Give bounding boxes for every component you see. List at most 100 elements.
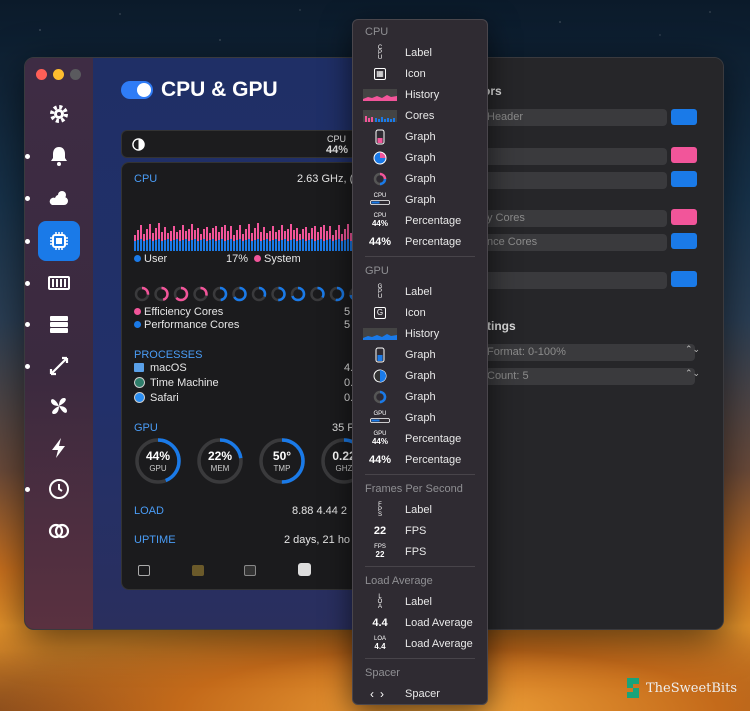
menu-item[interactable]: ‹› Spacer <box>363 684 481 704</box>
menu-item-label: Percentage <box>405 454 462 466</box>
history-bar-user <box>251 241 253 251</box>
cpu-section-label: CPU <box>134 173 158 185</box>
history-bar-system <box>146 229 148 240</box>
menu-item[interactable]: GPU 44% Percentage <box>363 429 481 449</box>
menu-item[interactable]: G Icon <box>363 303 481 323</box>
menu-item[interactable]: CPU 44% Percentage <box>363 211 481 231</box>
menu-item[interactable]: LOA 4.4 Load Average <box>363 634 481 654</box>
system-info-icon[interactable] <box>298 563 311 576</box>
pie-graph-icon <box>363 369 397 383</box>
history-bar-system <box>314 226 316 241</box>
cpu-stack-icon: CPU <box>377 44 383 61</box>
menu-item[interactable]: Graph <box>363 345 481 365</box>
menu-item-label: Spacer <box>405 688 440 700</box>
menu-item[interactable]: F P S Label <box>363 500 481 520</box>
terminal-icon[interactable] <box>244 565 256 576</box>
sidebar-item-notifications[interactable] <box>25 138 80 174</box>
color-swatch-pink[interactable] <box>671 209 697 225</box>
history-bar-system <box>218 232 220 240</box>
efficiency-cores-field[interactable]: y Cores <box>483 210 667 227</box>
sidebar-item-memory[interactable] <box>25 265 80 301</box>
history-bar-system <box>269 231 271 241</box>
menu-item[interactable]: L O A Label <box>363 592 481 612</box>
color-swatch-blue[interactable] <box>671 271 697 287</box>
history-bar-user <box>269 241 271 251</box>
history-bar-system <box>230 226 232 239</box>
history-bar-user <box>191 240 193 251</box>
menu-item[interactable]: FPS 22 FPS <box>363 542 481 562</box>
menu-item[interactable]: 22 FPS <box>363 521 481 541</box>
sidebar-item-bluetooth[interactable] <box>38 513 80 549</box>
menu-item[interactable]: Graph <box>363 127 481 147</box>
sidebar-item-fans[interactable] <box>38 388 80 424</box>
fps-stack-icon: FPS <box>377 501 382 518</box>
activity-monitor-icon[interactable] <box>138 565 150 576</box>
menu-item[interactable]: History <box>363 324 481 344</box>
menu-item[interactable]: Graph <box>363 148 481 168</box>
sidebar-item-battery[interactable] <box>38 430 80 466</box>
history-bar-user <box>248 239 250 251</box>
sidebar-item-weather[interactable] <box>25 180 80 216</box>
color-swatch-blue[interactable] <box>671 171 697 187</box>
menu-item[interactable]: History <box>363 85 481 105</box>
menu-item[interactable]: ▦ Icon <box>363 64 481 84</box>
history-bar-system <box>311 228 313 239</box>
history-bar-system <box>272 226 274 240</box>
sidebar-item-settings[interactable] <box>38 96 80 132</box>
menu-item-label: Cores <box>405 110 435 122</box>
history-bar-system <box>164 227 166 240</box>
console-icon[interactable] <box>192 565 204 576</box>
menu-item[interactable]: 44% Percentage <box>363 450 481 470</box>
color-swatch-blue[interactable] <box>671 233 697 249</box>
zoom-button[interactable] <box>70 69 81 80</box>
menu-item[interactable]: Cores <box>363 106 481 126</box>
menu-item[interactable]: C P U Label <box>363 43 481 63</box>
minimize-button[interactable] <box>53 69 64 80</box>
history-bar-user <box>296 241 298 251</box>
module-toggle[interactable] <box>121 81 153 99</box>
sidebar-item-clock[interactable] <box>25 471 80 507</box>
menu-item[interactable]: Graph <box>363 169 481 189</box>
sidebar-item-network[interactable] <box>25 348 80 384</box>
format-select[interactable]: Format: 0-100% <box>483 344 695 361</box>
color-swatch-blue[interactable] <box>671 109 697 125</box>
color-field[interactable] <box>483 148 667 165</box>
menu-item[interactable]: 44% Percentage <box>363 232 481 252</box>
history-bar-system <box>344 229 346 240</box>
history-bar-system <box>266 233 268 239</box>
gpu-value: 35 F <box>332 422 355 434</box>
color-field[interactable] <box>483 172 667 189</box>
history-bar-user <box>245 240 247 251</box>
menu-item[interactable]: CPU Graph <box>363 190 481 210</box>
history-bar-user <box>146 240 148 251</box>
menu-item[interactable]: GPU Graph <box>363 408 481 428</box>
history-bar-user <box>239 239 241 251</box>
sidebar-item-disk[interactable] <box>25 306 80 342</box>
time-machine-icon <box>134 377 145 388</box>
menu-item[interactable]: Graph <box>363 366 481 386</box>
history-bar-user <box>194 239 196 251</box>
history-bar-system <box>248 224 250 239</box>
menu-item[interactable]: 4.4 Load Average <box>363 613 481 633</box>
close-button[interactable] <box>36 69 47 80</box>
disk-icon <box>50 316 68 333</box>
safari-icon <box>134 392 145 403</box>
menu-item[interactable]: Graph <box>363 387 481 407</box>
menu-item[interactable]: G P U Label <box>363 282 481 302</box>
color-swatch-pink[interactable] <box>671 147 697 163</box>
header-field[interactable]: Header <box>483 109 667 126</box>
sidebar-item-cpu[interactable] <box>25 221 80 261</box>
history-bar-user <box>254 240 256 251</box>
performance-cores-field[interactable]: nce Cores <box>483 234 667 251</box>
history-bar-system <box>224 225 226 241</box>
clock-icon <box>49 479 69 499</box>
widget-menu: CPU C P U Label ▦ Icon History Cores Graph Graph Gr… <box>352 19 488 705</box>
history-bar-user <box>221 239 223 251</box>
count-select[interactable]: Count: 5 <box>483 368 695 385</box>
fps-small-icon: FPS 22 <box>374 544 386 559</box>
color-field[interactable] <box>483 272 667 289</box>
memory-icon <box>48 276 70 290</box>
history-bar-system <box>176 232 178 239</box>
history-bar-system <box>284 231 286 239</box>
history-bar-system <box>221 227 223 239</box>
